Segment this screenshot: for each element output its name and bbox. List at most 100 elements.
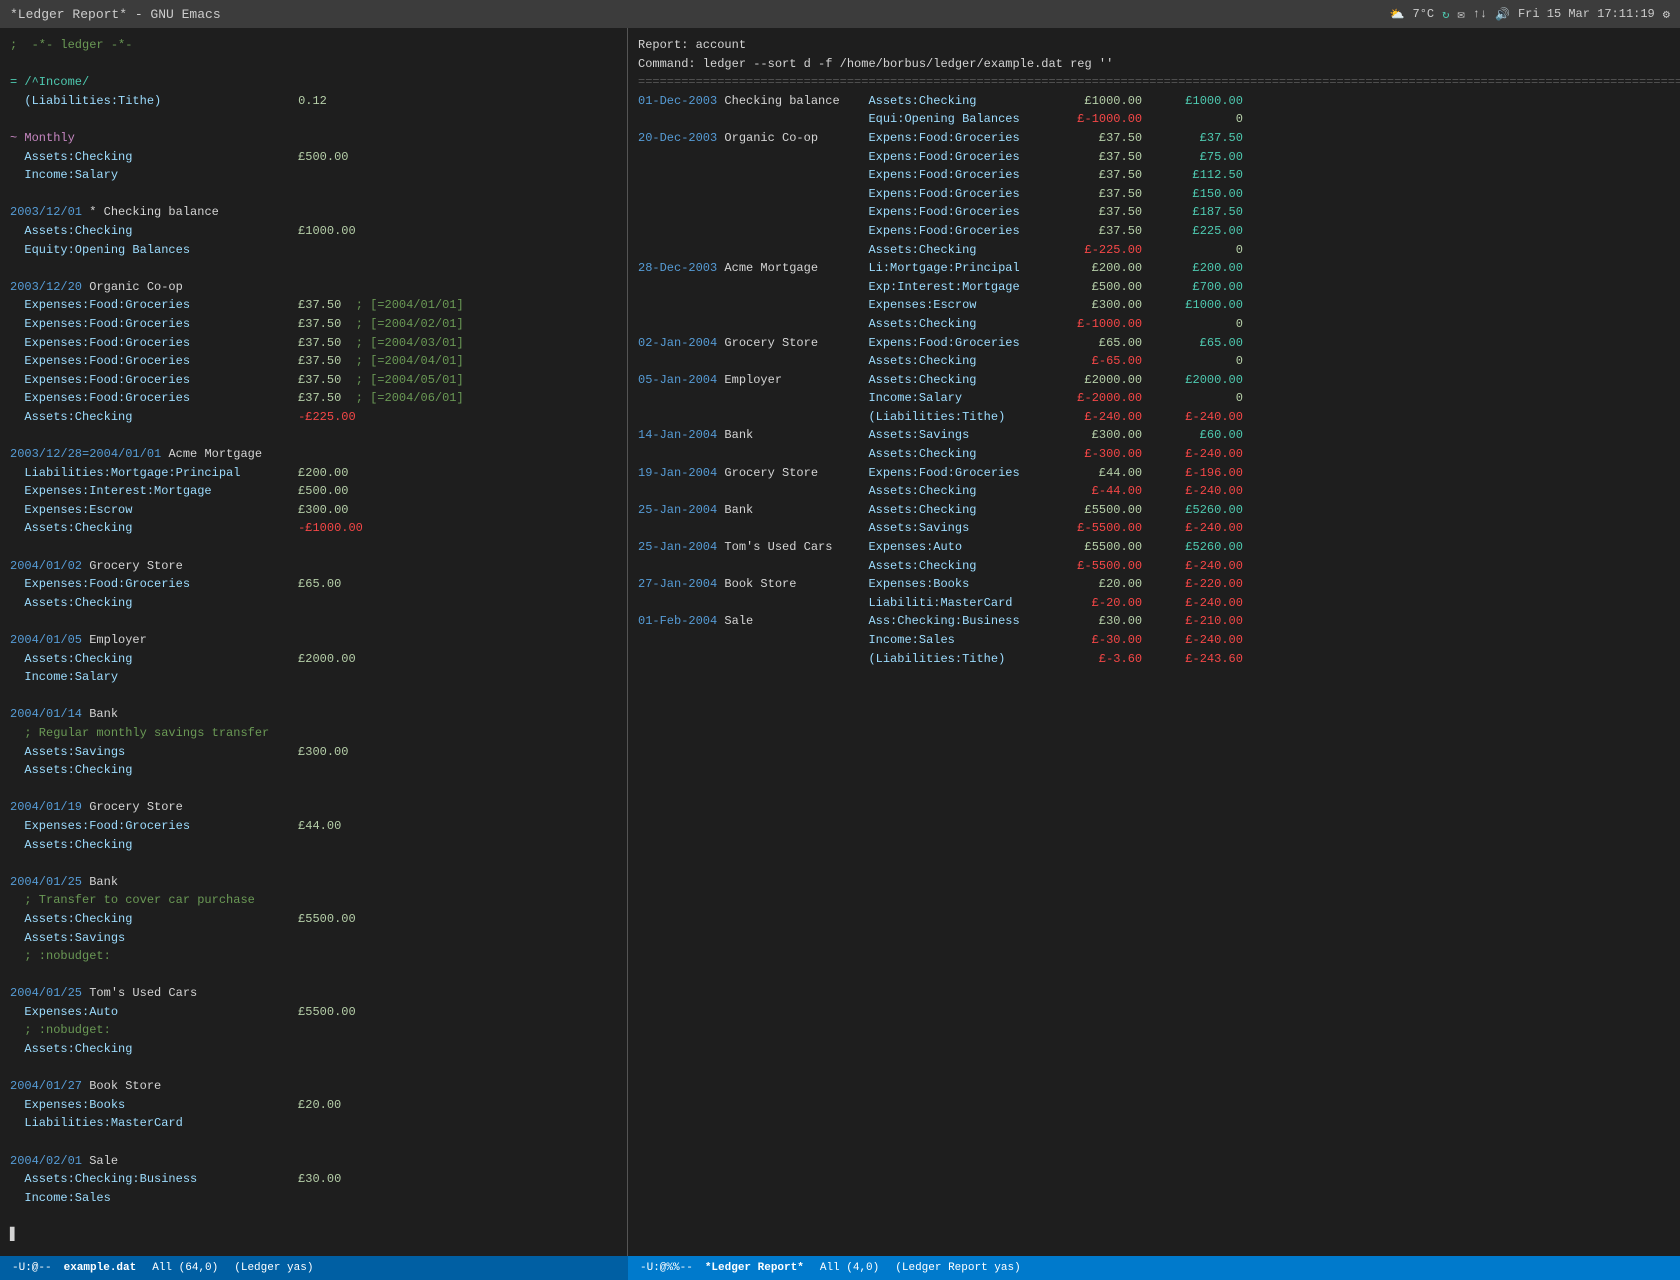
weather-icon: ⛅ <box>1390 7 1405 22</box>
report-entry-row: Equi:Opening Balances £-1000.00 0 <box>638 110 1670 129</box>
email-icon: ✉ <box>1457 7 1464 22</box>
report-entry-row: Expens:Food:Groceries £37.50 £225.00 <box>638 222 1670 241</box>
left-code-line: Income:Sales <box>10 1189 617 1208</box>
left-code-line <box>10 780 617 799</box>
sync-icon: ↻ <box>1442 7 1449 22</box>
status-mode2-right: (Ledger Report yas) <box>895 1262 1020 1274</box>
left-code-line: 2003/12/01 * Checking balance <box>10 203 617 222</box>
report-entry-row: (Liabilities:Tithe) £-240.00 £-240.00 <box>638 408 1670 427</box>
volume-icon: 🔊 <box>1495 7 1510 22</box>
report-entry-row: 01-Dec-2003 Checking balance Assets:Chec… <box>638 92 1670 111</box>
status-filename-right: *Ledger Report* <box>705 1262 804 1274</box>
left-code-line: Equity:Opening Balances <box>10 241 617 260</box>
report-command: Command: ledger --sort d -f /home/borbus… <box>638 55 1670 74</box>
left-code-line: ; :nobudget: <box>10 947 617 966</box>
report-entry-row: Assets:Checking £-5500.00 £-240.00 <box>638 557 1670 576</box>
left-code-line: ; Regular monthly savings transfer <box>10 724 617 743</box>
left-code-line: Expenses:Auto £5500.00 <box>10 1003 617 1022</box>
settings-icon: ⚙ <box>1663 7 1670 22</box>
report-entry-row: Assets:Savings £-5500.00 £-240.00 <box>638 519 1670 538</box>
report-entry-row: 25-Jan-2004 Tom's Used Cars Expenses:Aut… <box>638 538 1670 557</box>
report-entry-row: Expens:Food:Groceries £37.50 £112.50 <box>638 166 1670 185</box>
report-entry-row: 27-Jan-2004 Book Store Expenses:Books £2… <box>638 575 1670 594</box>
left-code-line: Assets:Checking <box>10 836 617 855</box>
left-code-line: 2004/01/14 Bank <box>10 705 617 724</box>
window-title: *Ledger Report* - GNU Emacs <box>10 7 221 22</box>
left-code-line: Assets:Checking <box>10 594 617 613</box>
left-code-line <box>10 1133 617 1152</box>
report-entry-row: 28-Dec-2003 Acme Mortgage Li:Mortgage:Pr… <box>638 259 1670 278</box>
report-entry-row: Expens:Food:Groceries £37.50 £75.00 <box>638 148 1670 167</box>
status-bar-right: -U:@%%-- *Ledger Report* All (4,0) (Ledger … <box>628 1256 1680 1280</box>
report-entry-row: Expens:Food:Groceries £37.50 £150.00 <box>638 185 1670 204</box>
left-code-line: Income:Salary <box>10 668 617 687</box>
left-code-line: Assets:Checking -£1000.00 <box>10 519 617 538</box>
left-code-line: Expenses:Food:Groceries £37.50 ; [=2004/… <box>10 315 617 334</box>
right-pane: Report: accountCommand: ledger --sort d … <box>628 28 1680 1256</box>
status-filename-left: example.dat <box>64 1262 137 1274</box>
left-code-line <box>10 55 617 74</box>
report-entry-row: (Liabilities:Tithe) £-3.60 £-243.60 <box>638 650 1670 669</box>
left-code-line: Expenses:Escrow £300.00 <box>10 501 617 520</box>
left-code-line: Expenses:Food:Groceries £65.00 <box>10 575 617 594</box>
left-code-line: 2004/01/05 Employer <box>10 631 617 650</box>
left-pane[interactable]: ; -*- ledger -*- = /^Income/ (Liabilitie… <box>0 28 628 1256</box>
left-code-line <box>10 854 617 873</box>
status-info-right: All (4,0) <box>820 1262 879 1274</box>
left-code-line: Expenses:Food:Groceries £37.50 ; [=2004/… <box>10 296 617 315</box>
left-code-line: Assets:Savings <box>10 929 617 948</box>
main-container: ; -*- ledger -*- = /^Income/ (Liabilitie… <box>0 28 1680 1256</box>
status-bar-left: -U:@--example.datAll (64,0)(Ledger yas) <box>0 1256 628 1280</box>
left-code-line: Assets:Savings £300.00 <box>10 743 617 762</box>
report-entry-row: Assets:Checking £-65.00 0 <box>638 352 1670 371</box>
report-entry-row: 02-Jan-2004 Grocery Store Expens:Food:Gr… <box>638 334 1670 353</box>
left-code-line: (Liabilities:Tithe) 0.12 <box>10 92 617 111</box>
left-code-line: = /^Income/ <box>10 73 617 92</box>
status-mode-left: -U:@-- <box>12 1262 52 1274</box>
left-code-line <box>10 259 617 278</box>
left-code-line: 2003/12/28=2004/01/01 Acme Mortgage <box>10 445 617 464</box>
left-code-line: Expenses:Food:Groceries £44.00 <box>10 817 617 836</box>
left-code-line: Assets:Checking <box>10 1040 617 1059</box>
left-code-line: Expenses:Food:Groceries £37.50 ; [=2004/… <box>10 389 617 408</box>
status-mode-right: -U:@%%-- <box>640 1262 693 1274</box>
left-code-line <box>10 687 617 706</box>
report-entry-row: 20-Dec-2003 Organic Co-op Expens:Food:Gr… <box>638 129 1670 148</box>
left-code-line: Assets:Checking £2000.00 <box>10 650 617 669</box>
title-bar-right: ⛅ 7°C ↻ ✉ ↑↓ 🔊 Fri 15 Mar 17:11:19 ⚙ <box>1390 7 1670 22</box>
left-code-line: ; Transfer to cover car purchase <box>10 891 617 910</box>
left-code-line: ~ Monthly <box>10 129 617 148</box>
left-code-line: 2004/01/25 Tom's Used Cars <box>10 984 617 1003</box>
left-code-line: Assets:Checking -£225.00 <box>10 408 617 427</box>
report-entry-row: 14-Jan-2004 Bank Assets:Savings £300.00 … <box>638 426 1670 445</box>
status-fill-left <box>321 1268 616 1269</box>
left-code-line: Income:Salary <box>10 166 617 185</box>
status-bar: -U:@--example.datAll (64,0)(Ledger yas) … <box>0 1256 1680 1280</box>
left-code-line: Expenses:Interest:Mortgage £500.00 <box>10 482 617 501</box>
left-code-line <box>10 426 617 445</box>
report-entry-row: Income:Sales £-30.00 £-240.00 <box>638 631 1670 650</box>
left-code-line: Expenses:Food:Groceries £37.50 ; [=2004/… <box>10 334 617 353</box>
report-entry-row: 25-Jan-2004 Bank Assets:Checking £5500.0… <box>638 501 1670 520</box>
left-code-line <box>10 612 617 631</box>
left-code-line: Expenses:Books £20.00 <box>10 1096 617 1115</box>
left-code-line: Liabilities:Mortgage:Principal £200.00 <box>10 464 617 483</box>
left-code-line <box>10 110 617 129</box>
report-entry-row: 01-Feb-2004 Sale Ass:Checking:Business £… <box>638 612 1670 631</box>
status-info-left: All (64,0) <box>152 1262 218 1274</box>
report-entry-row: 05-Jan-2004 Employer Assets:Checking £20… <box>638 371 1670 390</box>
left-code-line: Assets:Checking £1000.00 <box>10 222 617 241</box>
left-code-line: 2004/01/25 Bank <box>10 873 617 892</box>
report-entry-row: Income:Salary £-2000.00 0 <box>638 389 1670 408</box>
title-bar: *Ledger Report* - GNU Emacs ⛅ 7°C ↻ ✉ ↑↓… <box>0 0 1680 28</box>
weather-temp: 7°C <box>1413 7 1435 21</box>
left-code-line: Assets:Checking £5500.00 <box>10 910 617 929</box>
left-code-line <box>10 538 617 557</box>
left-code-line: 2004/02/01 Sale <box>10 1152 617 1171</box>
network-icon: ↑↓ <box>1473 7 1487 21</box>
report-entry-row: 19-Jan-2004 Grocery Store Expens:Food:Gr… <box>638 464 1670 483</box>
left-code-line: 2004/01/27 Book Store <box>10 1077 617 1096</box>
left-code-line: Liabilities:MasterCard <box>10 1114 617 1133</box>
left-code-line: 2004/01/19 Grocery Store <box>10 798 617 817</box>
left-code-line <box>10 185 617 204</box>
